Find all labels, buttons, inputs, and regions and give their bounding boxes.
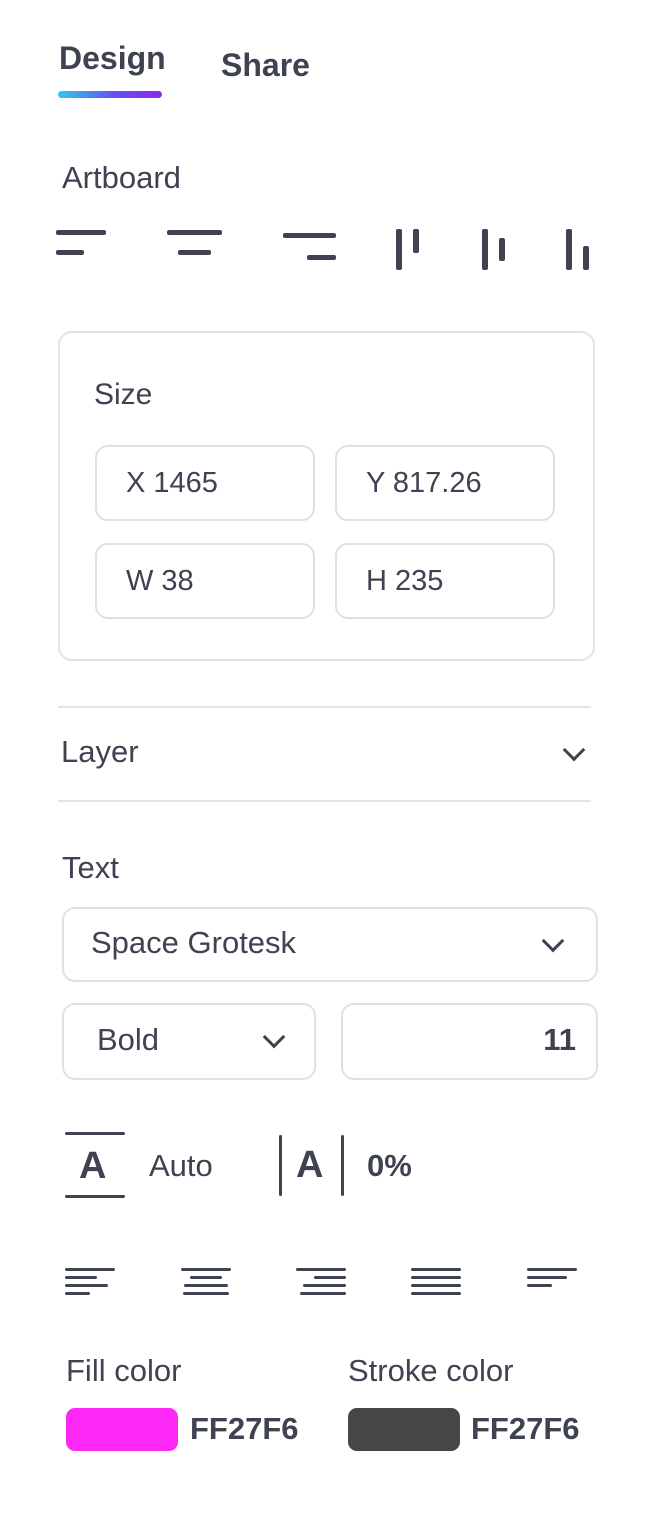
y-field[interactable]: Y 817.26 bbox=[335, 445, 555, 521]
artboard-title: Artboard bbox=[62, 160, 181, 195]
align-center-horizontal-icon[interactable] bbox=[167, 228, 223, 260]
font-family-select[interactable]: Space Grotesk bbox=[62, 907, 598, 982]
letter-spacing-icon[interactable]: A bbox=[279, 1135, 347, 1197]
width-field[interactable]: W 38 bbox=[95, 543, 315, 619]
font-family-value: Space Grotesk bbox=[91, 925, 297, 960]
stroke-color-label: Stroke color bbox=[348, 1353, 514, 1388]
tab-share[interactable]: Share bbox=[221, 47, 310, 84]
line-height-icon[interactable]: A bbox=[65, 1132, 127, 1200]
letter-spacing-value[interactable]: 0% bbox=[367, 1148, 412, 1184]
chevron-down-icon bbox=[262, 1025, 286, 1049]
text-align-center-icon[interactable] bbox=[181, 1268, 233, 1296]
font-weight-value: Bold bbox=[97, 1022, 160, 1057]
font-size-value: 11 bbox=[543, 1022, 576, 1057]
align-middle-vertical-icon[interactable] bbox=[482, 229, 508, 271]
stroke-color-swatch[interactable] bbox=[348, 1408, 460, 1451]
fill-color-label: Fill color bbox=[66, 1353, 182, 1388]
layer-title[interactable]: Layer bbox=[61, 734, 139, 770]
text-align-left-icon[interactable] bbox=[65, 1268, 117, 1296]
text-title: Text bbox=[62, 850, 119, 885]
divider bbox=[58, 706, 591, 708]
line-height-value[interactable]: Auto bbox=[149, 1148, 213, 1184]
text-align-left-short-icon[interactable] bbox=[527, 1268, 579, 1296]
align-left-icon[interactable] bbox=[56, 228, 108, 260]
align-right-icon[interactable] bbox=[283, 233, 337, 265]
divider bbox=[58, 800, 591, 802]
x-field[interactable]: X 1465 bbox=[95, 445, 315, 521]
text-align-right-icon[interactable] bbox=[296, 1268, 348, 1296]
align-top-icon[interactable] bbox=[396, 229, 422, 271]
size-title: Size bbox=[94, 378, 153, 411]
active-tab-indicator bbox=[58, 91, 162, 98]
stroke-color-value[interactable]: FF27F6 bbox=[471, 1411, 580, 1447]
font-size-input[interactable]: 11 bbox=[341, 1003, 598, 1080]
fill-color-swatch[interactable] bbox=[66, 1408, 178, 1451]
tab-design[interactable]: Design bbox=[59, 40, 166, 77]
height-field[interactable]: H 235 bbox=[335, 543, 555, 619]
text-align-justify-icon[interactable] bbox=[411, 1268, 463, 1296]
chevron-down-icon bbox=[541, 929, 565, 953]
fill-color-value[interactable]: FF27F6 bbox=[190, 1411, 299, 1447]
align-bottom-icon[interactable] bbox=[566, 229, 592, 271]
font-weight-select[interactable]: Bold bbox=[62, 1003, 316, 1080]
chevron-down-icon[interactable] bbox=[562, 738, 586, 762]
